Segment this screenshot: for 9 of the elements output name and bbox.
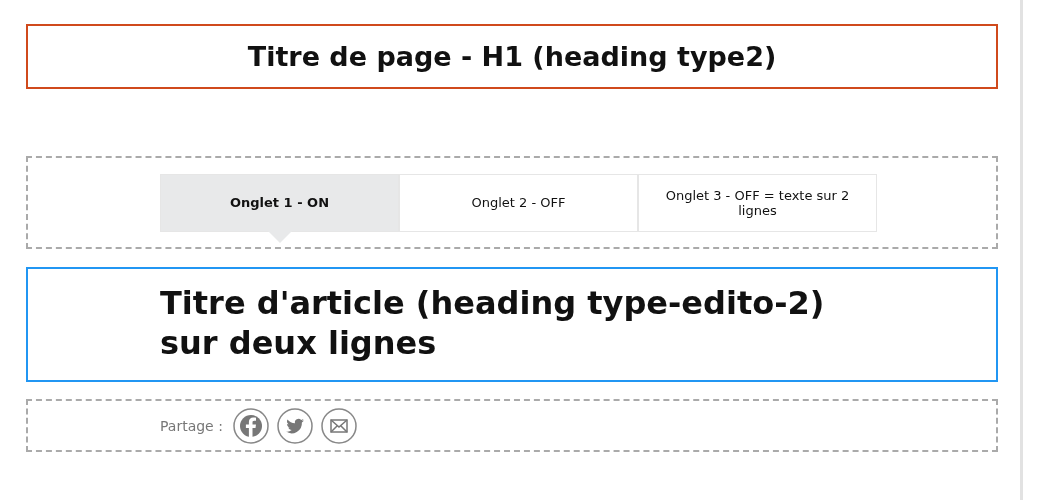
share-label: Partage : <box>160 417 223 434</box>
tab-pointer-icon <box>267 230 292 243</box>
facebook-icon[interactable] <box>232 407 269 444</box>
bird-icon[interactable] <box>276 407 313 444</box>
envelope-icon[interactable] <box>320 407 357 444</box>
tab[interactable]: Onglet 3 - OFF = texte sur 2 lignes <box>638 173 877 232</box>
tab[interactable]: Onglet 2 - OFF <box>399 173 638 232</box>
article-title: Titre d'article (heading type-edito-2) sur deux lignes <box>160 283 826 363</box>
page-title: Titre de page - H1 (heading type2) <box>26 24 998 89</box>
